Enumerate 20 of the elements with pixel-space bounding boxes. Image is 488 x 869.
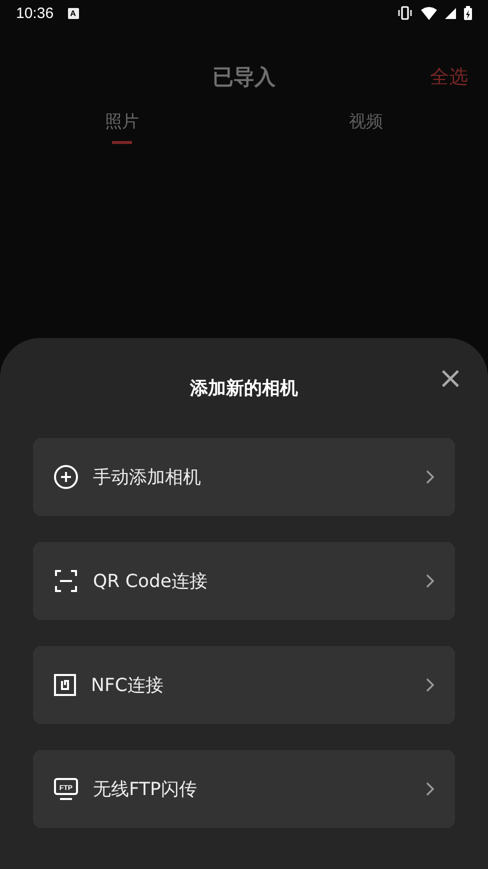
battery-icon (464, 6, 472, 20)
option-row[interactable]: NFC连接 (33, 646, 455, 724)
chevron-right-icon (425, 781, 435, 797)
tab[interactable]: 照片 (0, 102, 244, 152)
wifi-icon (421, 6, 437, 20)
vibrate-icon (397, 6, 413, 20)
page-title: 已导入 (212, 64, 276, 91)
option-row[interactable]: 手动添加相机 (33, 438, 455, 516)
chevron-right-icon (425, 469, 435, 485)
status-time: 10:36 (16, 4, 54, 22)
chevron-right-icon (425, 677, 435, 693)
notification-icon: A (68, 8, 79, 18)
scan-icon (53, 568, 79, 594)
plus-circle-icon (53, 464, 79, 490)
option-row[interactable]: QR Code连接 (33, 542, 455, 620)
chevron-right-icon (425, 573, 435, 589)
signal-icon (445, 8, 456, 18)
sheet-title: 添加新的相机 (190, 377, 298, 400)
nfc-icon (53, 673, 77, 697)
close-button[interactable]: × (434, 364, 467, 394)
